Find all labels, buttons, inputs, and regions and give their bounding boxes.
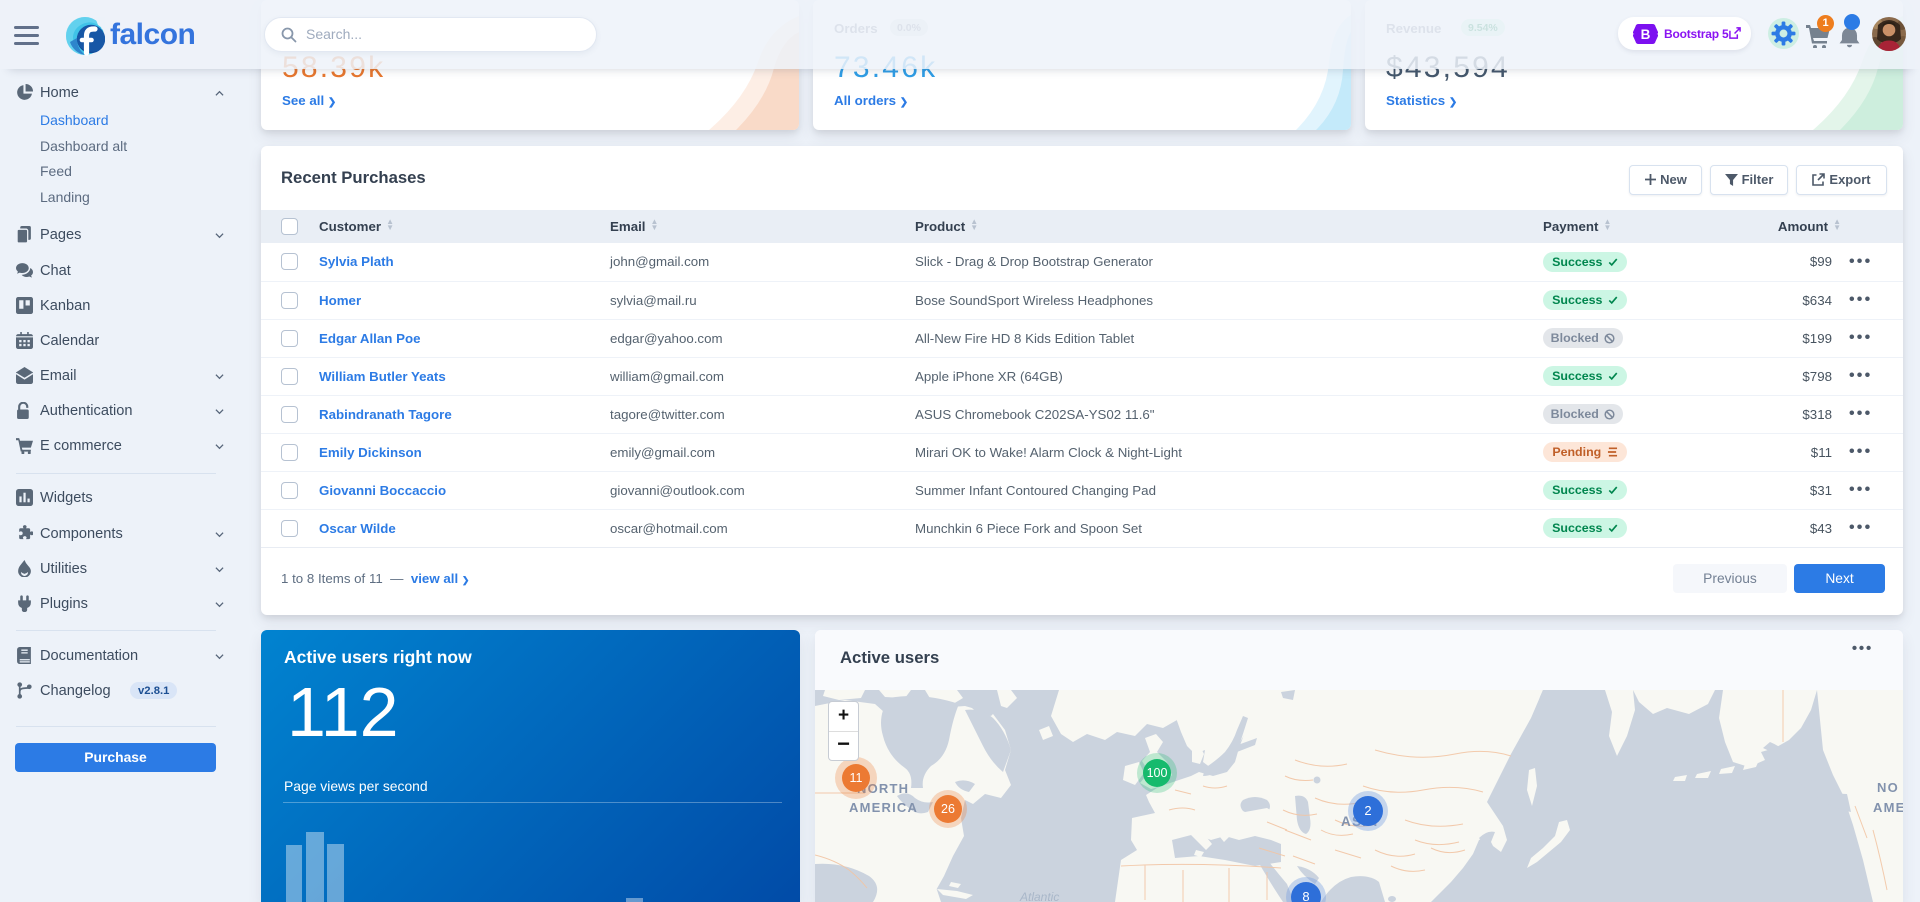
svg-text:Atlantic: Atlantic	[1019, 890, 1059, 902]
svg-text:AMERICA: AMERICA	[849, 800, 918, 815]
svg-text:AME: AME	[1873, 800, 1903, 815]
svg-text:NO: NO	[1877, 780, 1899, 795]
svg-text:B: B	[1641, 27, 1651, 42]
